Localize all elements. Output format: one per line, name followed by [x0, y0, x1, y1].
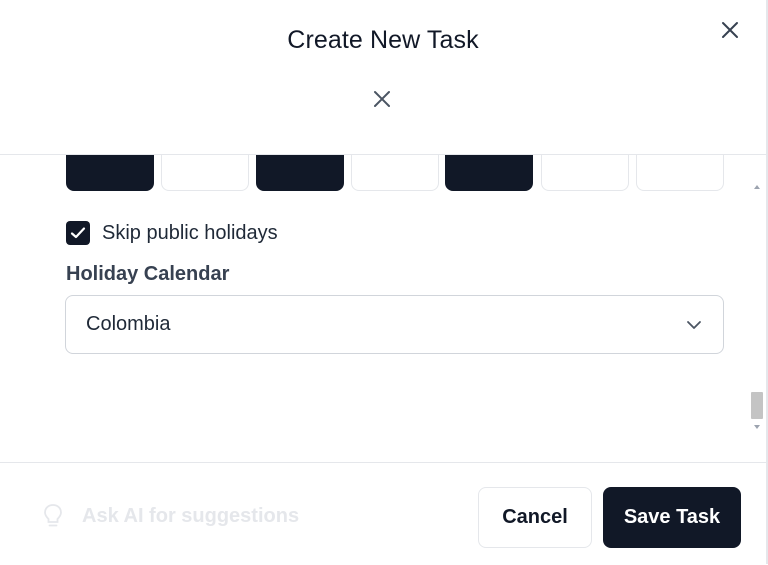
dialog-header: Create New Task: [0, 0, 766, 155]
scroll-down-arrow-icon[interactable]: [752, 423, 762, 431]
weekday-button[interactable]: [161, 155, 249, 191]
skip-holidays-label: Skip public holidays: [102, 221, 278, 244]
skip-holidays-checkbox[interactable]: [66, 221, 90, 245]
holiday-calendar-value: Colombia: [86, 313, 171, 335]
holiday-calendar-label: Holiday Calendar: [66, 263, 230, 285]
create-task-dialog: Create New Task Skip public holidays Hol…: [0, 0, 768, 564]
skip-holidays-option[interactable]: Skip public holidays: [66, 221, 278, 245]
scrollbar-thumb[interactable]: [751, 392, 763, 419]
weekday-button[interactable]: [351, 155, 439, 191]
cancel-button[interactable]: Cancel: [478, 487, 592, 548]
dialog-title: Create New Task: [287, 26, 479, 54]
check-icon: [70, 227, 86, 239]
weekday-button[interactable]: [636, 155, 724, 191]
weekday-button[interactable]: [256, 155, 344, 191]
ask-ai-button[interactable]: Ask AI for suggestions: [42, 503, 299, 529]
close-icon[interactable]: [370, 87, 394, 111]
weekday-button[interactable]: [541, 155, 629, 191]
scroll-up-arrow-icon[interactable]: [752, 183, 762, 191]
dialog-body[interactable]: Skip public holidays Holiday Calendar Co…: [0, 155, 766, 461]
ask-ai-label: Ask AI for suggestions: [82, 504, 300, 527]
close-icon[interactable]: [718, 18, 742, 42]
holiday-calendar-select[interactable]: Colombia: [65, 295, 724, 354]
save-task-button[interactable]: Save Task: [603, 487, 741, 548]
weekday-button[interactable]: [445, 155, 533, 191]
lightbulb-icon: [44, 504, 62, 527]
dialog-footer: Ask AI for suggestions Cancel Save Task: [0, 462, 766, 565]
chevron-down-icon: [687, 320, 701, 329]
weekday-button[interactable]: [66, 155, 154, 191]
